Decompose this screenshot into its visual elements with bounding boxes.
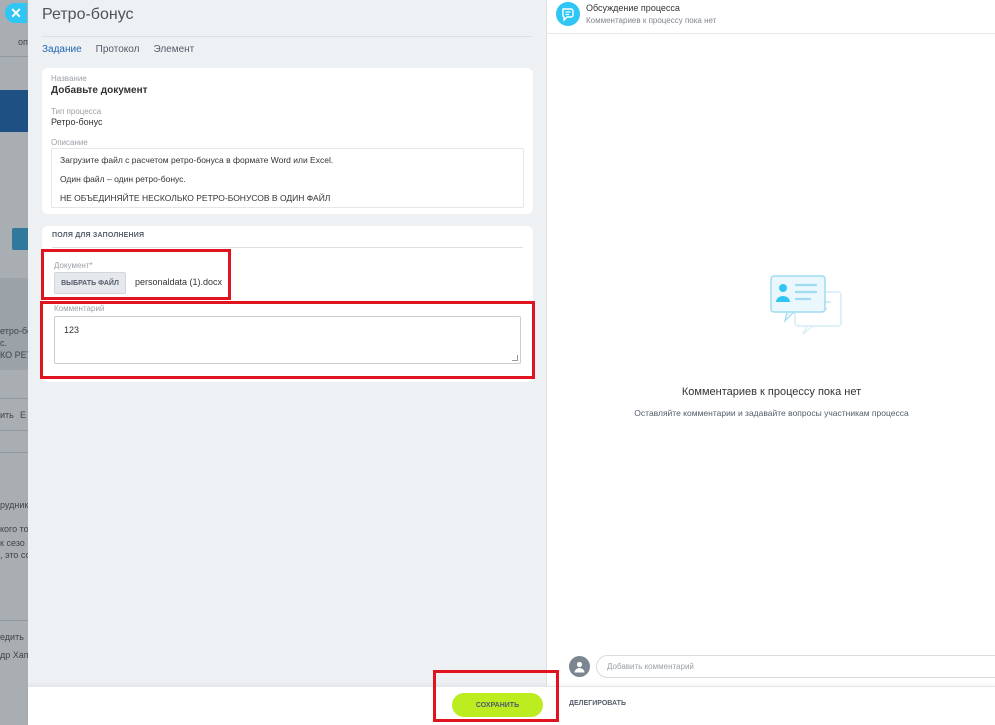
description-line: Загрузите файл с расчетом ретро-бонуса в…: [60, 155, 334, 165]
title-divider: [42, 36, 532, 37]
name-value: Добавьте документ: [51, 85, 148, 96]
empty-comments-subtitle: Оставляйте комментарии и задавайте вопро…: [634, 408, 909, 418]
description-label: Описание: [51, 138, 88, 147]
fields-section-title: ПОЛЯ ДЛЯ ЗАПОЛНЕНИЯ: [52, 232, 145, 239]
fields-card: ПОЛЯ ДЛЯ ЗАПОЛНЕНИЯ Документ* ВЫБРАТЬ ФА…: [42, 226, 533, 382]
user-icon: [574, 661, 585, 673]
discussion-column: Обсуждение процесса Комментариев к проце…: [546, 0, 995, 686]
type-value: Ретро-бонус: [51, 117, 103, 127]
description-box: Загрузите файл с расчетом ретро-бонуса в…: [51, 148, 524, 208]
slider-panel: Ретро-бонус Задание Протокол Элемент Наз…: [28, 0, 995, 725]
annotation-blob: [550, 324, 570, 368]
page-title: Ретро-бонус: [42, 6, 134, 23]
section-divider: [52, 247, 523, 248]
save-button[interactable]: СОХРАНИТЬ: [452, 693, 543, 717]
discussion-subtitle: Комментариев к процессу пока нет: [586, 16, 717, 25]
comment-value: 123: [64, 325, 80, 335]
add-comment-input[interactable]: Добавить комментарий: [596, 655, 995, 678]
background-page: оп етро-бону с. КО РЕТРО ить Е рудника к…: [0, 0, 28, 725]
task-column: Ретро-бонус Задание Протокол Элемент Наз…: [28, 0, 546, 686]
task-info-card: Название Добавьте документ Тип процесса …: [42, 68, 533, 214]
type-label: Тип процесса: [51, 107, 102, 116]
annotation-blob: [246, 252, 266, 282]
discussion-title: Обсуждение процесса: [586, 3, 680, 13]
avatar: [569, 656, 590, 677]
document-label: Документ*: [54, 261, 93, 270]
choose-file-button[interactable]: ВЫБРАТЬ ФАЙЛ: [54, 272, 126, 294]
resize-handle[interactable]: [512, 355, 518, 361]
tab-bar: Задание Протокол Элемент: [42, 44, 194, 58]
tab-task[interactable]: Задание: [42, 44, 82, 58]
overlay-dim: [0, 0, 28, 725]
discussion-icon: [556, 2, 580, 26]
footer-bar: СОХРАНИТЬ ДЕЛЕГИРОВАТЬ: [28, 686, 995, 725]
discussion-header: Обсуждение процесса Комментариев к проце…: [547, 0, 995, 34]
close-slider-button[interactable]: ✕: [5, 3, 27, 23]
empty-comments-icon: [769, 274, 845, 338]
comment-textarea[interactable]: 123: [54, 316, 521, 364]
close-icon: ✕: [10, 4, 22, 21]
comment-bar: Добавить комментарий: [547, 652, 995, 682]
tab-protocol[interactable]: Протокол: [96, 44, 140, 58]
tab-element[interactable]: Элемент: [153, 44, 194, 58]
description-line: НЕ ОБЪЕДИНЯЙТЕ НЕСКОЛЬКО РЕТРО-БОНУСОВ В…: [60, 193, 331, 203]
name-label: Название: [51, 74, 87, 83]
file-name: personaldata (1).docx: [135, 277, 223, 287]
delegate-button[interactable]: ДЕЛЕГИРОВАТЬ: [569, 700, 626, 707]
comment-label: Комментарий: [54, 304, 105, 313]
empty-comments-title: Комментариев к процессу пока нет: [681, 386, 862, 398]
description-line: Один файл – один ретро-бонус.: [60, 174, 186, 184]
